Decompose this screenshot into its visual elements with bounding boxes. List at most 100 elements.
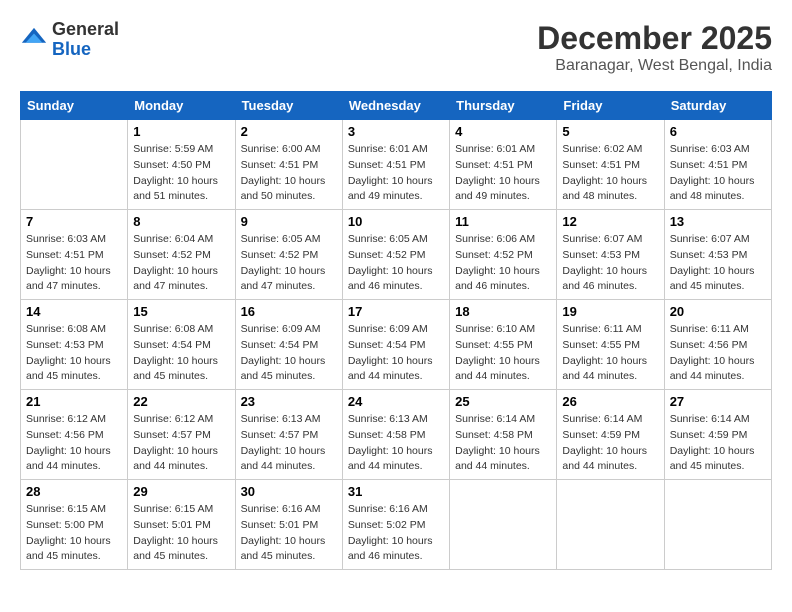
- day-number: 7: [26, 214, 122, 229]
- month-year-title: December 2025: [537, 20, 772, 57]
- logo-text: General Blue: [52, 20, 119, 60]
- calendar-cell: 23Sunrise: 6:13 AMSunset: 4:57 PMDayligh…: [235, 390, 342, 480]
- day-number: 15: [133, 304, 229, 319]
- day-number: 16: [241, 304, 337, 319]
- calendar-cell: 5 Sunrise: 6:02 AMSunset: 4:51 PMDaylight…: [557, 120, 664, 210]
- calendar-cell: 25 Sunrise: 6:14 AMSunset: 4:58 PMDayligh…: [450, 390, 557, 480]
- calendar-cell: 2 Sunrise: 6:00 AMSunset: 4:51 PMDaylight…: [235, 120, 342, 210]
- day-info: Sunrise: 6:14 AMSunset: 4:58 PMDaylight:…: [455, 412, 551, 475]
- day-number: 3: [348, 124, 444, 139]
- week-row-4: 21 Sunrise: 6:12 AMSunset: 4:56 PMDayligh…: [21, 390, 772, 480]
- calendar-cell: 13 Sunrise: 6:07 AMSunset: 4:53 PMDayligh…: [664, 210, 771, 300]
- day-info: Sunrise: 6:15 AMSunset: 5:00 PMDaylight:…: [26, 502, 122, 565]
- calendar-cell: 9 Sunrise: 6:05 AMSunset: 4:52 PMDaylight…: [235, 210, 342, 300]
- day-number: 27: [670, 394, 766, 409]
- column-header-wednesday: Wednesday: [342, 92, 449, 120]
- day-number: 6: [670, 124, 766, 139]
- logo-blue: Blue: [52, 40, 119, 60]
- calendar-cell: 28 Sunrise: 6:15 AMSunset: 5:00 PMDayligh…: [21, 480, 128, 570]
- day-number: 12: [562, 214, 658, 229]
- day-number: 13: [670, 214, 766, 229]
- day-info: Sunrise: 6:08 AMSunset: 4:53 PMDaylight:…: [26, 322, 122, 385]
- calendar-cell: [664, 480, 771, 570]
- column-header-thursday: Thursday: [450, 92, 557, 120]
- day-number: 24: [348, 394, 444, 409]
- day-number: 14: [26, 304, 122, 319]
- day-number: 25: [455, 394, 551, 409]
- calendar-cell: 22 Sunrise: 6:12 AMSunset: 4:57 PMDayligh…: [128, 390, 235, 480]
- calendar-cell: 4 Sunrise: 6:01 AMSunset: 4:51 PMDaylight…: [450, 120, 557, 210]
- calendar-cell: [557, 480, 664, 570]
- day-info: Sunrise: 6:03 AMSunset: 4:51 PMDaylight:…: [26, 232, 122, 295]
- day-info: Sunrise: 6:09 AMSunset: 4:54 PMDaylight:…: [241, 322, 337, 385]
- column-header-monday: Monday: [128, 92, 235, 120]
- header-row: SundayMondayTuesdayWednesdayThursdayFrid…: [21, 92, 772, 120]
- calendar-cell: 30Sunrise: 6:16 AMSunset: 5:01 PMDayligh…: [235, 480, 342, 570]
- day-info: Sunrise: 6:13 AMSunset: 4:58 PMDaylight:…: [348, 412, 444, 475]
- column-header-saturday: Saturday: [664, 92, 771, 120]
- day-info: Sunrise: 6:03 AMSunset: 4:51 PMDaylight:…: [670, 142, 766, 205]
- week-row-1: 1Sunrise: 5:59 AMSunset: 4:50 PMDaylight…: [21, 120, 772, 210]
- logo: General Blue: [20, 20, 119, 60]
- day-info: Sunrise: 6:00 AMSunset: 4:51 PMDaylight:…: [241, 142, 337, 205]
- day-info: Sunrise: 6:09 AMSunset: 4:54 PMDaylight:…: [348, 322, 444, 385]
- day-number: 11: [455, 214, 551, 229]
- day-number: 28: [26, 484, 122, 499]
- calendar-cell: 26Sunrise: 6:14 AMSunset: 4:59 PMDayligh…: [557, 390, 664, 480]
- day-number: 2: [241, 124, 337, 139]
- day-info: Sunrise: 6:12 AMSunset: 4:56 PMDaylight:…: [26, 412, 122, 475]
- calendar-cell: 1Sunrise: 5:59 AMSunset: 4:50 PMDaylight…: [128, 120, 235, 210]
- calendar-cell: 11Sunrise: 6:06 AMSunset: 4:52 PMDayligh…: [450, 210, 557, 300]
- location-subtitle: Baranagar, West Bengal, India: [537, 57, 772, 75]
- day-info: Sunrise: 6:10 AMSunset: 4:55 PMDaylight:…: [455, 322, 551, 385]
- day-info: Sunrise: 6:05 AMSunset: 4:52 PMDaylight:…: [348, 232, 444, 295]
- calendar-table: SundayMondayTuesdayWednesdayThursdayFrid…: [20, 91, 772, 570]
- day-number: 22: [133, 394, 229, 409]
- day-number: 21: [26, 394, 122, 409]
- calendar-cell: 19Sunrise: 6:11 AMSunset: 4:55 PMDayligh…: [557, 300, 664, 390]
- week-row-3: 14 Sunrise: 6:08 AMSunset: 4:53 PMDayligh…: [21, 300, 772, 390]
- calendar-cell: 10 Sunrise: 6:05 AMSunset: 4:52 PMDayligh…: [342, 210, 449, 300]
- calendar-cell: 14 Sunrise: 6:08 AMSunset: 4:53 PMDayligh…: [21, 300, 128, 390]
- column-header-sunday: Sunday: [21, 92, 128, 120]
- calendar-cell: 16 Sunrise: 6:09 AMSunset: 4:54 PMDayligh…: [235, 300, 342, 390]
- calendar-cell: 3Sunrise: 6:01 AMSunset: 4:51 PMDaylight…: [342, 120, 449, 210]
- day-number: 18: [455, 304, 551, 319]
- calendar-cell: 8 Sunrise: 6:04 AMSunset: 4:52 PMDaylight…: [128, 210, 235, 300]
- day-info: Sunrise: 6:01 AMSunset: 4:51 PMDaylight:…: [455, 142, 551, 205]
- day-info: Sunrise: 6:12 AMSunset: 4:57 PMDaylight:…: [133, 412, 229, 475]
- day-info: Sunrise: 6:07 AMSunset: 4:53 PMDaylight:…: [562, 232, 658, 295]
- column-header-tuesday: Tuesday: [235, 92, 342, 120]
- day-info: Sunrise: 6:04 AMSunset: 4:52 PMDaylight:…: [133, 232, 229, 295]
- day-info: Sunrise: 6:07 AMSunset: 4:53 PMDaylight:…: [670, 232, 766, 295]
- day-number: 31: [348, 484, 444, 499]
- day-number: 20: [670, 304, 766, 319]
- day-info: Sunrise: 6:02 AMSunset: 4:51 PMDaylight:…: [562, 142, 658, 205]
- day-info: Sunrise: 6:05 AMSunset: 4:52 PMDaylight:…: [241, 232, 337, 295]
- calendar-cell: 18 Sunrise: 6:10 AMSunset: 4:55 PMDayligh…: [450, 300, 557, 390]
- day-info: Sunrise: 6:14 AMSunset: 4:59 PMDaylight:…: [670, 412, 766, 475]
- title-section: December 2025 Baranagar, West Bengal, In…: [537, 20, 772, 75]
- day-info: Sunrise: 6:15 AMSunset: 5:01 PMDaylight:…: [133, 502, 229, 565]
- day-number: 10: [348, 214, 444, 229]
- week-row-2: 7 Sunrise: 6:03 AMSunset: 4:51 PMDaylight…: [21, 210, 772, 300]
- day-info: Sunrise: 6:13 AMSunset: 4:57 PMDaylight:…: [241, 412, 337, 475]
- calendar-cell: 27 Sunrise: 6:14 AMSunset: 4:59 PMDayligh…: [664, 390, 771, 480]
- day-number: 5: [562, 124, 658, 139]
- day-number: 8: [133, 214, 229, 229]
- day-info: Sunrise: 6:16 AMSunset: 5:01 PMDaylight:…: [241, 502, 337, 565]
- day-info: Sunrise: 5:59 AMSunset: 4:50 PMDaylight:…: [133, 142, 229, 205]
- calendar-cell: 17Sunrise: 6:09 AMSunset: 4:54 PMDayligh…: [342, 300, 449, 390]
- logo-icon: [20, 26, 48, 54]
- day-number: 9: [241, 214, 337, 229]
- calendar-cell: 31 Sunrise: 6:16 AMSunset: 5:02 PMDayligh…: [342, 480, 449, 570]
- day-info: Sunrise: 6:11 AMSunset: 4:56 PMDaylight:…: [670, 322, 766, 385]
- day-number: 26: [562, 394, 658, 409]
- day-info: Sunrise: 6:16 AMSunset: 5:02 PMDaylight:…: [348, 502, 444, 565]
- day-number: 4: [455, 124, 551, 139]
- calendar-cell: 12 Sunrise: 6:07 AMSunset: 4:53 PMDayligh…: [557, 210, 664, 300]
- column-header-friday: Friday: [557, 92, 664, 120]
- calendar-cell: 24 Sunrise: 6:13 AMSunset: 4:58 PMDayligh…: [342, 390, 449, 480]
- calendar-cell: 15Sunrise: 6:08 AMSunset: 4:54 PMDayligh…: [128, 300, 235, 390]
- week-row-5: 28 Sunrise: 6:15 AMSunset: 5:00 PMDayligh…: [21, 480, 772, 570]
